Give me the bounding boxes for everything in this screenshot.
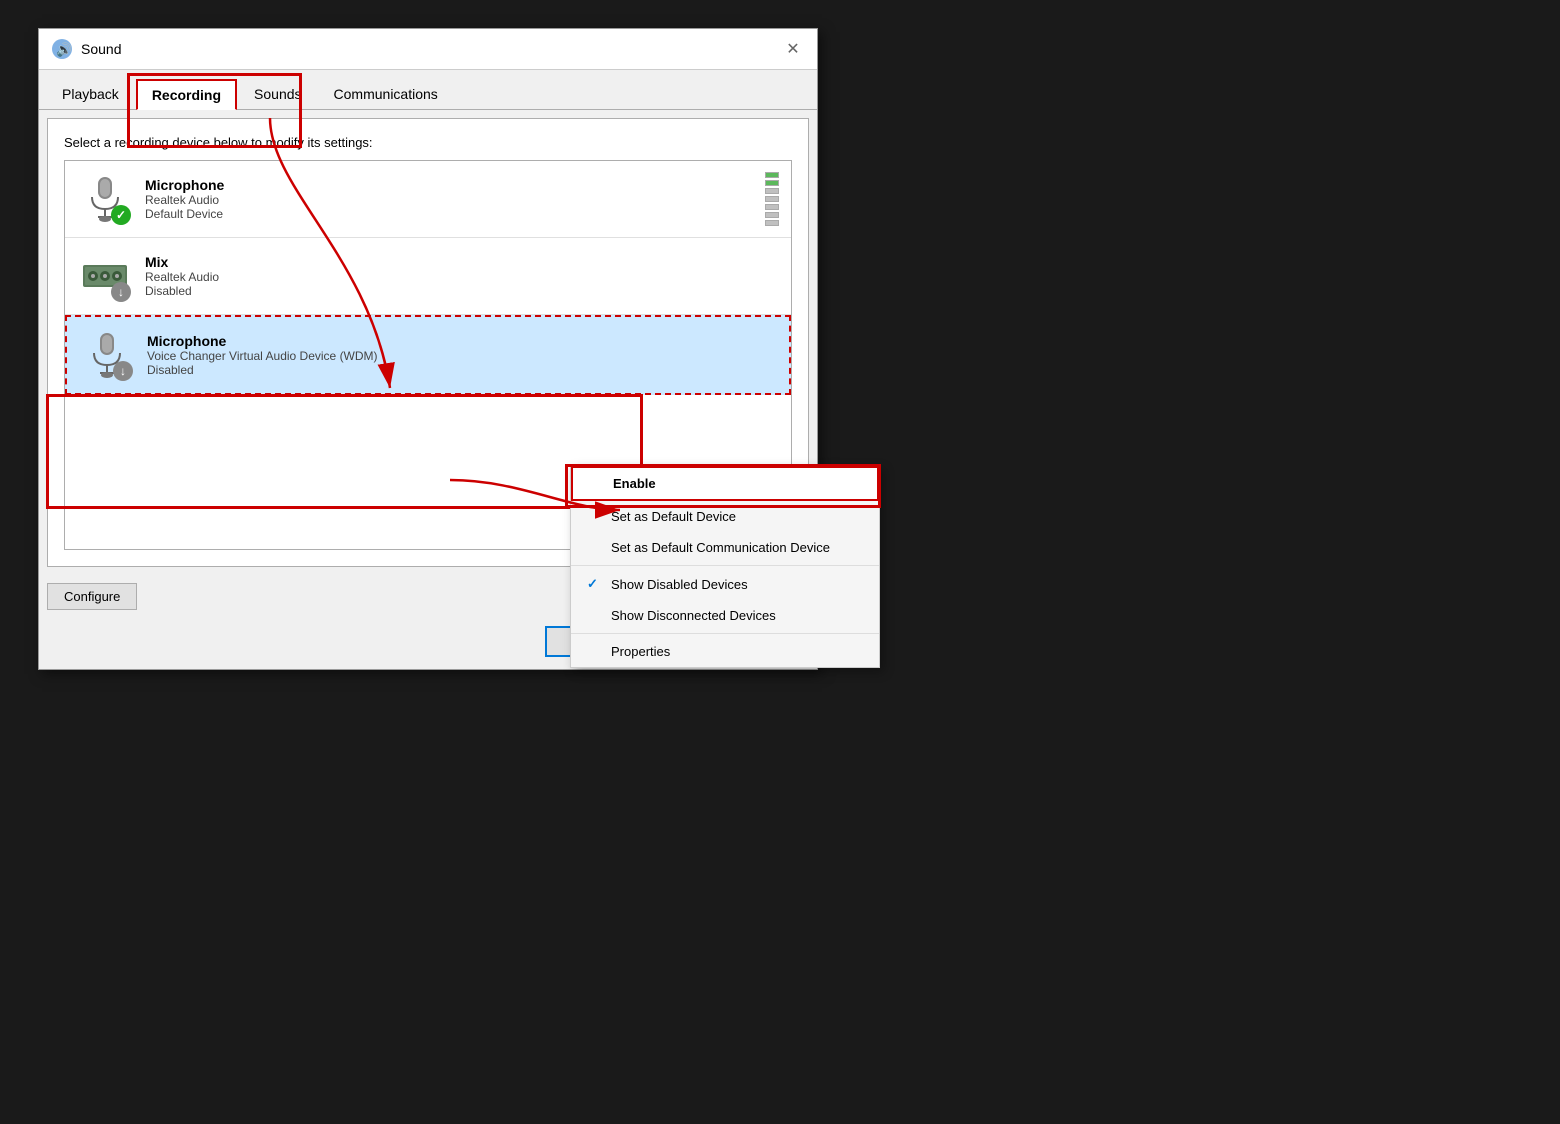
tab-recording[interactable]: Recording: [136, 79, 237, 110]
ctx-set-default-comm[interactable]: Set as Default Communication Device: [571, 532, 879, 563]
title-left: 🔊 Sound: [51, 38, 121, 60]
device-driver-1: Realtek Audio: [145, 193, 757, 207]
device-icon-wrap-1: ✓: [77, 171, 133, 227]
speaker-icon: 🔊: [51, 38, 73, 60]
level-bars-1: [765, 172, 779, 226]
svg-text:🔊: 🔊: [56, 41, 72, 58]
close-button[interactable]: ✕: [781, 37, 805, 61]
device-name-1: Microphone: [145, 177, 757, 193]
level-bar: [765, 196, 779, 202]
device-icon-wrap-2: ↓: [77, 248, 133, 304]
device-driver-2: Realtek Audio: [145, 270, 779, 284]
dialog-titlebar: 🔊 Sound ✕: [39, 29, 817, 70]
ctx-show-disconnected[interactable]: Show Disconnected Devices: [571, 600, 879, 631]
dialog-title: Sound: [81, 41, 121, 57]
ctx-show-disabled-check: ✓: [587, 576, 603, 592]
device-item-microphone-default[interactable]: ✓ Microphone Realtek Audio Default Devic…: [65, 161, 791, 238]
level-bar: [765, 188, 779, 194]
configure-button[interactable]: Configure: [47, 583, 137, 610]
badge-green-1: ✓: [111, 205, 131, 225]
device-status-1: Default Device: [145, 207, 757, 221]
tab-sounds[interactable]: Sounds: [239, 79, 316, 110]
level-bar: [765, 220, 779, 226]
device-name-3: Microphone: [147, 333, 777, 349]
level-bar: [765, 212, 779, 218]
context-menu: Enable Set as Default Device Set as Defa…: [570, 465, 880, 668]
device-item-voice-changer[interactable]: ↓ Microphone Voice Changer Virtual Audio…: [65, 315, 791, 395]
badge-down-3: ↓: [113, 361, 133, 381]
ctx-set-default[interactable]: Set as Default Device: [571, 501, 879, 532]
level-bar: [765, 180, 779, 186]
level-bar: [765, 172, 779, 178]
device-info-1: Microphone Realtek Audio Default Device: [145, 177, 757, 221]
device-info-3: Microphone Voice Changer Virtual Audio D…: [147, 333, 777, 377]
bottom-left-buttons: Configure: [47, 583, 137, 610]
instruction-text: Select a recording device below to modif…: [64, 135, 792, 150]
ctx-enable[interactable]: Enable: [571, 466, 879, 501]
ctx-properties[interactable]: Properties: [571, 636, 879, 667]
device-icon-wrap-3: ↓: [79, 327, 135, 383]
device-status-2: Disabled: [145, 284, 779, 298]
badge-down-2: ↓: [111, 282, 131, 302]
device-info-2: Mix Realtek Audio Disabled: [145, 254, 779, 298]
ctx-show-disabled[interactable]: ✓ Show Disabled Devices: [571, 568, 879, 600]
tab-communications[interactable]: Communications: [319, 79, 453, 110]
device-item-mix[interactable]: ↓ Mix Realtek Audio Disabled: [65, 238, 791, 315]
device-name-2: Mix: [145, 254, 779, 270]
tabs-bar: Playback Recording Sounds Communications: [39, 70, 817, 110]
tab-playback[interactable]: Playback: [47, 79, 134, 110]
ctx-separator-2: [571, 633, 879, 634]
device-status-3: Disabled: [147, 363, 777, 377]
level-bar: [765, 204, 779, 210]
device-driver-3: Voice Changer Virtual Audio Device (WDM): [147, 349, 777, 363]
ctx-separator-1: [571, 565, 879, 566]
